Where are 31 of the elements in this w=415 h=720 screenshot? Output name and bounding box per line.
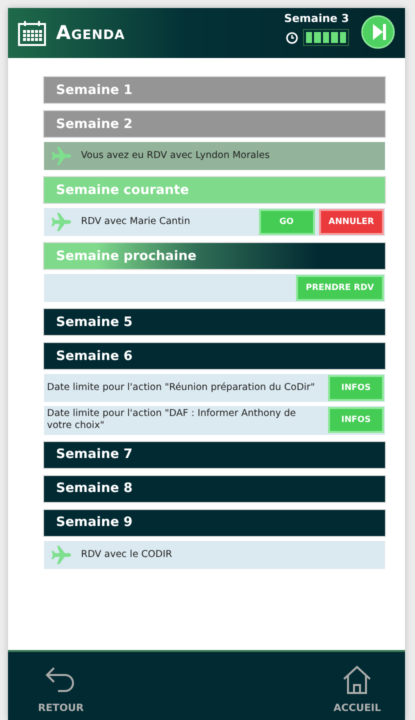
airplane-icon	[51, 146, 73, 166]
home-button[interactable]: ACCUEIL	[334, 652, 381, 720]
action-button[interactable]: INFOS	[328, 407, 384, 434]
deadline-text: Date limite pour l'action "Réunion préparation du CoDir"	[47, 380, 316, 395]
back-button[interactable]: RETOUR	[38, 652, 84, 720]
airplane-icon	[51, 212, 73, 232]
timer-gauge	[303, 29, 349, 46]
next-button[interactable]	[361, 14, 395, 52]
calendar-icon	[18, 20, 46, 46]
home-icon	[342, 665, 372, 695]
appointment-text: RDV avec le CODIR	[81, 548, 174, 562]
page-title: Agenda	[56, 22, 125, 44]
week-header: Semaine 6	[44, 343, 385, 369]
action-button[interactable]: INFOS	[328, 375, 384, 401]
action-button[interactable]: GO	[258, 209, 315, 235]
deadline-text: Date limite pour l'action "DAF : Informer Anthony de votre choix"	[47, 407, 297, 434]
appointment-text: RDV avec Marie Cantin	[81, 214, 192, 229]
week-header: Semaine 8	[44, 476, 385, 502]
appointment-text: Vous avez eu RDV avec Lyndon Morales	[81, 148, 271, 163]
cancel-button[interactable]: ANNULER	[318, 209, 384, 235]
clock-icon	[286, 32, 298, 44]
airplane-icon	[51, 544, 73, 565]
week-header: Semaine prochaine	[44, 243, 385, 269]
week-header: Semaine 9	[44, 510, 385, 536]
week-header: Semaine 7	[44, 442, 385, 468]
week-header: Semaine 2	[44, 111, 385, 137]
week-label: Semaine 3	[284, 12, 349, 25]
action-button[interactable]: PRENDRE RDV	[296, 275, 384, 301]
week-header: Semaine 1	[44, 77, 385, 103]
week-header: Semaine 5	[44, 309, 385, 335]
week-header: Semaine courante	[44, 177, 385, 203]
